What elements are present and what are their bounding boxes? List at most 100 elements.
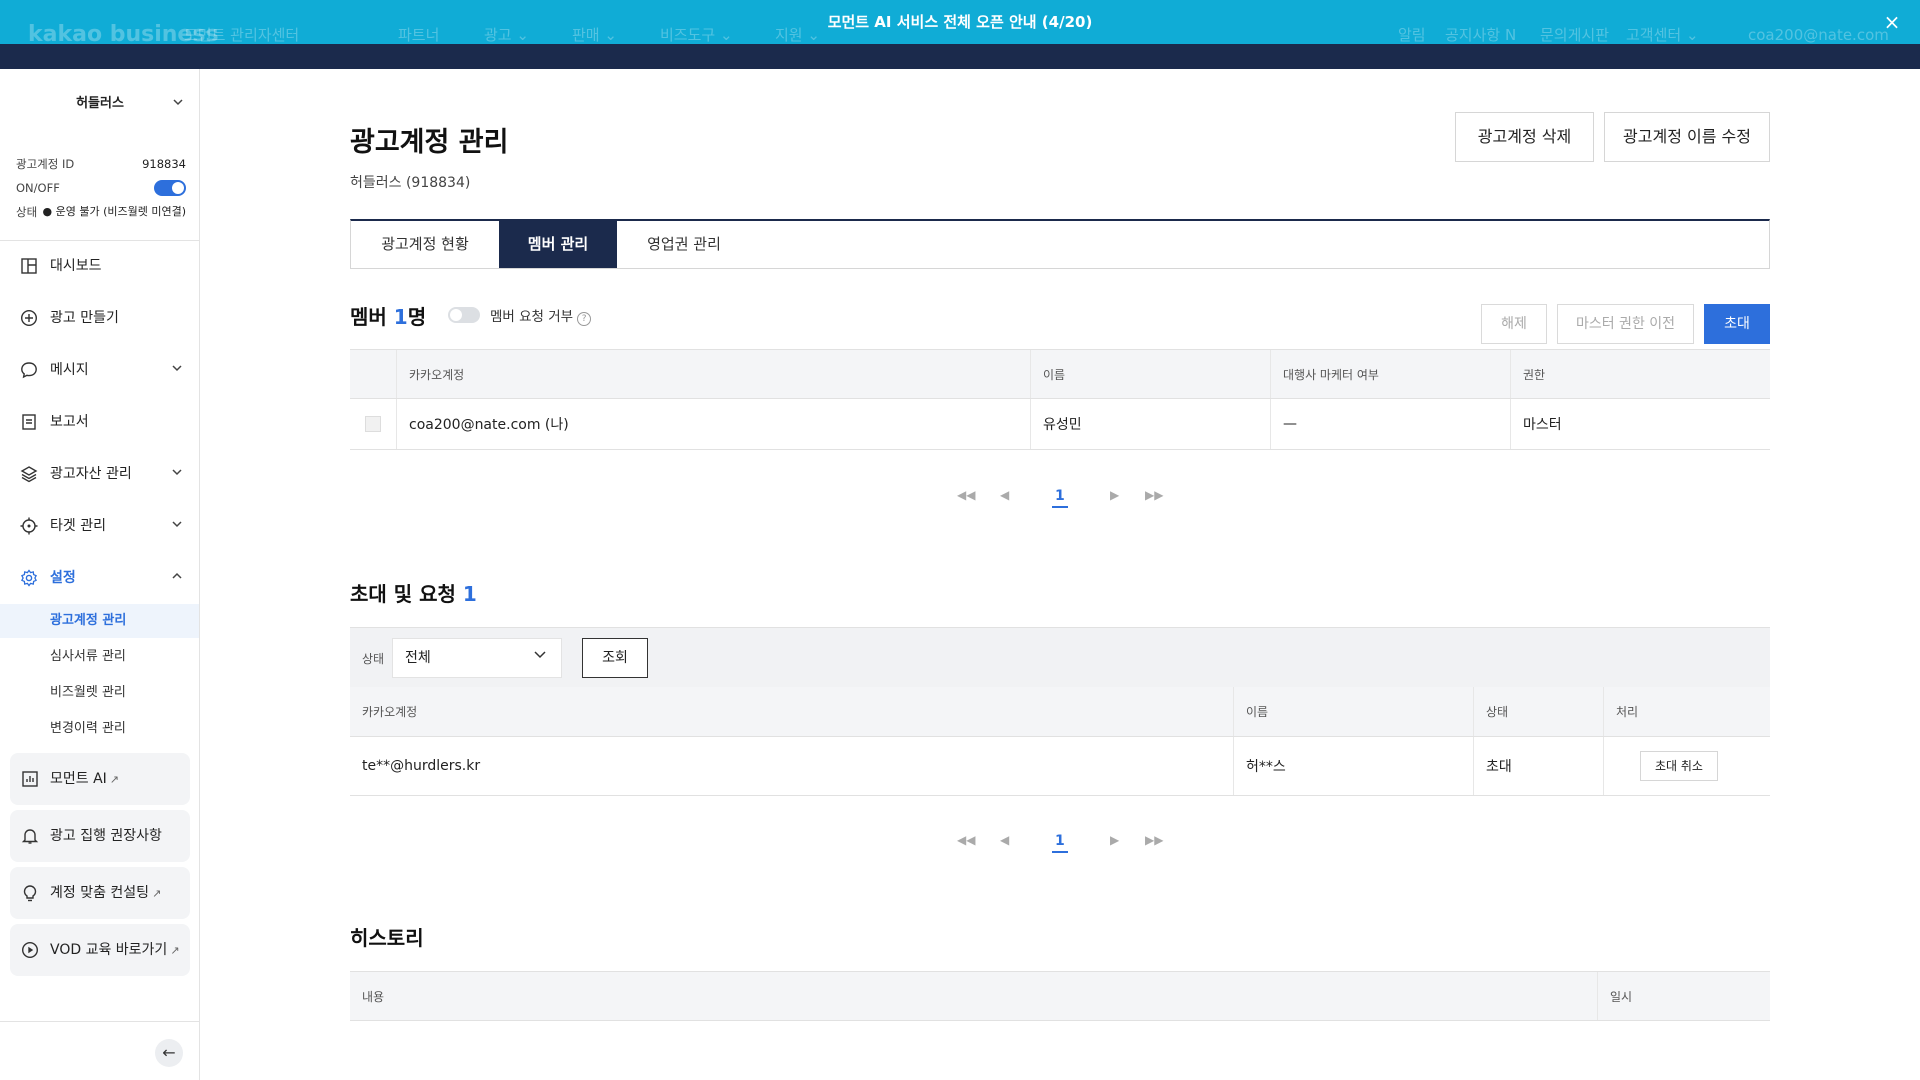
tab-member-management[interactable]: 멤버 관리 [499,221,617,268]
report-icon [22,414,36,430]
sidebar-subitem-review-documents[interactable]: 심사서류 관리 [0,640,199,674]
page-title: 광고계정 관리 [350,127,509,158]
bell-icon [21,829,39,844]
members-title: 멤버 1명 [350,305,427,329]
member-agency: — [1270,399,1510,449]
column-header: 카카오계정 [362,705,418,719]
column-header: 처리 [1603,687,1770,736]
invite-status: 초대 [1473,737,1603,795]
invites-pagination: ◀◀ ◀ 1 ▶ ▶▶ [950,833,1170,857]
sidebar-item-create-ad[interactable]: 광고 만들기 [0,298,199,338]
account-selector[interactable]: 허들러스 [0,89,200,119]
column-header: 이름 [1233,687,1473,736]
account-name: 허들러스 [76,96,124,111]
sidebar-item-settings[interactable]: 설정 [0,558,199,598]
prev-page-icon[interactable]: ◀ [1000,833,1009,847]
chevron-down-icon [533,639,547,677]
members-table-header: 카카오계정 이름 대행사 마케터 여부 권한 [350,349,1770,399]
status-value: ● 운영 불가 (비즈월렛 미연결) [42,205,187,218]
sidebar-subitem-account-management[interactable]: 광고계정 관리 [0,604,199,638]
sidebar-item-label: 타겟 관리 [50,518,106,534]
status-row: 상태 ● 운영 불가 (비즈월렛 미연결) [16,203,186,221]
target-icon [20,517,38,535]
chevron-down-icon [171,454,183,494]
sidebar-item-label: 대시보드 [50,258,102,274]
sidebar-item-dashboard[interactable]: 대시보드 [0,246,199,286]
tab-bar: 광고계정 현황 멤버 관리 영업권 관리 [350,219,1770,269]
members-pagination: ◀◀ ◀ 1 ▶ ▶▶ [950,488,1170,512]
tab-account-status[interactable]: 광고계정 현황 [351,221,499,268]
sidebar-item-message[interactable]: 메시지 [0,350,199,390]
close-icon[interactable]: × [1880,10,1904,34]
card-label: 광고 집행 권장사항 [50,828,162,844]
sidebar-card-consulting[interactable]: 계정 맞춤 컨설팅 ↗ [10,867,190,919]
next-page-icon[interactable]: ▶ [1110,833,1119,847]
onoff-toggle[interactable] [154,180,186,196]
invites-count: 1 [462,582,477,606]
first-page-icon[interactable]: ◀◀ [957,488,975,502]
card-label: 모먼트 AI [50,771,107,787]
chevron-down-icon [172,89,184,119]
sidebar-item-report[interactable]: 보고서 [0,402,199,442]
onoff-row: ON/OFF [16,179,186,197]
sidebar-item-label: 메시지 [50,362,89,378]
reject-member-request-toggle[interactable] [448,307,480,323]
layers-icon [20,466,38,483]
sidebar-subitem-bizwallet[interactable]: 비즈월렛 관리 [0,676,199,710]
status-label: 상태 [16,205,38,219]
reject-member-request-label: 멤버 요청 거부? [490,305,592,326]
sidebar-item-target[interactable]: 타겟 관리 [0,506,199,546]
sidebar-item-assets[interactable]: 광고자산 관리 [0,454,199,494]
sidebar-card-recommendations[interactable]: 광고 집행 권장사항 [10,810,190,862]
page-number[interactable]: 1 [1052,833,1068,853]
tab-sales-rights[interactable]: 영업권 관리 [617,221,751,268]
external-link-icon: ↗ [170,944,180,957]
last-page-icon[interactable]: ▶▶ [1145,833,1163,847]
delete-account-button[interactable]: 광고계정 삭제 [1455,112,1594,162]
column-header: 권한 [1510,350,1770,398]
prev-page-icon[interactable]: ◀ [1000,488,1009,502]
status-filter-label: 상태 [362,652,385,666]
sidebar-card-vod[interactable]: VOD 교육 바로가기 ↗ [10,924,190,976]
table-row: te**@hurdlers.kr 허**스 초대 초대 취소 [350,737,1770,796]
sidebar-item-label: 광고 만들기 [50,310,119,326]
invites-filter-bar: 상태 전체 조회 [350,627,1770,687]
transfer-master-button[interactable]: 마스터 권한 이전 [1557,304,1694,344]
sidebar-divider [0,1021,199,1022]
chevron-down-icon [171,506,183,546]
rename-account-button[interactable]: 광고계정 이름 수정 [1604,112,1770,162]
chevron-up-icon [171,558,183,598]
column-header: 대행사 마케터 여부 [1270,350,1510,398]
banner-message[interactable]: 모먼트 AI 서비스 전체 오픈 안내 (4/20) [0,0,1920,44]
sidebar-item-label: 설정 [50,570,76,586]
external-link-icon: ↗ [109,773,120,786]
cancel-invite-button[interactable]: 초대 취소 [1640,751,1718,781]
play-icon [21,941,39,959]
release-button[interactable]: 해제 [1481,304,1547,344]
account-id-value: 918834 [142,157,186,171]
sidebar-card-moment-ai[interactable]: 모먼트 AI ↗ [10,753,190,805]
query-button[interactable]: 조회 [582,638,648,678]
help-icon[interactable]: ? [577,312,592,326]
collapse-sidebar-button[interactable]: ← [155,1039,183,1067]
status-filter-select[interactable]: 전체 [392,638,562,678]
row-checkbox[interactable] [365,416,381,432]
account-id-label: 광고계정 ID [16,157,75,171]
dashboard-icon [21,258,37,274]
announcement-banner[interactable]: kakao business 모먼트 관리자센터 파트너 광고 ⌄ 판매 ⌄ 비… [0,0,1920,44]
member-name: 유성민 [1030,399,1270,449]
column-header: 이름 [1030,350,1270,398]
page-subtitle: 허들러스 (918834) [350,175,471,191]
account-id-row: 광고계정 ID 918834 [16,155,186,173]
gear-icon [21,569,37,587]
page-number[interactable]: 1 [1052,488,1068,508]
chat-icon [21,362,37,379]
sidebar-item-label: 보고서 [50,414,89,430]
column-header: 일시 [1597,972,1770,1020]
sidebar-subitem-change-history[interactable]: 변경이력 관리 [0,712,199,746]
first-page-icon[interactable]: ◀◀ [957,833,975,847]
plus-circle-icon [20,309,38,327]
invite-button[interactable]: 초대 [1704,304,1770,344]
last-page-icon[interactable]: ▶▶ [1145,488,1163,502]
next-page-icon[interactable]: ▶ [1110,488,1119,502]
